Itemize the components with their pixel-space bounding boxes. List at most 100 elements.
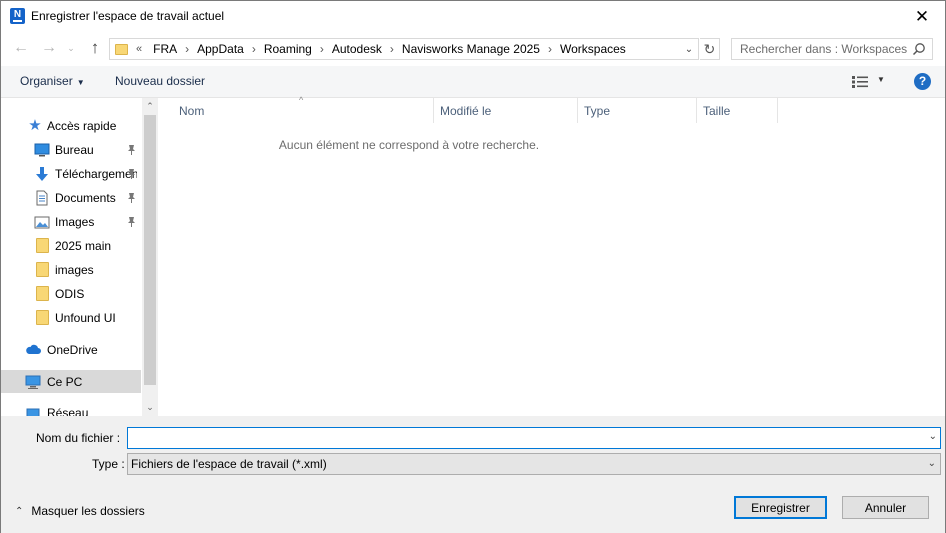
folder-icon — [34, 262, 50, 278]
chevron-up-icon: ⌃ — [15, 505, 24, 517]
sidebar-item-2025-main[interactable]: 2025 main — [1, 234, 141, 257]
organiser-button[interactable]: Organiser ▼ — [20, 74, 85, 88]
scroll-up-button[interactable]: ⌃ — [142, 98, 158, 115]
sidebar-scrollbar[interactable]: ⌃ ⌄ — [142, 98, 158, 416]
folder-icon — [34, 238, 50, 254]
breadcrumb-separator-icon[interactable]: › — [315, 42, 329, 56]
breadcrumb-item-roaming[interactable]: Roaming — [261, 42, 315, 56]
sidebar-item-label: Accès rapide — [47, 118, 117, 133]
organiser-label: Organiser — [20, 74, 73, 88]
star-icon: ★ — [28, 116, 42, 134]
sidebar-item-ce-pc[interactable]: Ce PC — [1, 370, 141, 393]
breadcrumb-separator-icon[interactable]: › — [247, 42, 261, 56]
download-icon — [36, 166, 48, 181]
command-toolbar: Organiser ▼ Nouveau dossier ▼ ? — [1, 66, 945, 98]
view-options-icon[interactable] — [852, 76, 868, 88]
sidebar-item-label: Documents — [55, 190, 116, 205]
sidebar-item-label: Images — [55, 214, 95, 229]
sidebar-item-reseau[interactable]: Réseau — [1, 401, 141, 416]
sidebar-item-onedrive[interactable]: OneDrive — [1, 338, 141, 361]
breadcrumb-item-autodesk[interactable]: Autodesk — [329, 42, 385, 56]
breadcrumb-overflow-button[interactable]: « — [136, 43, 142, 55]
hide-folders-button[interactable]: ⌃ Masquer les dossiers — [15, 504, 145, 518]
scrollbar-thumb[interactable] — [144, 115, 156, 385]
save-options-panel: Nom du fichier : ⌄ Type : Fichiers de l'… — [1, 416, 945, 533]
chevron-down-icon: ⌄ — [684, 43, 694, 55]
cloud-icon — [26, 344, 41, 354]
view-dropdown-button[interactable]: ▼ — [877, 75, 885, 84]
navigation-pane: ★ Accès rapide Bureau Téléchargements Do… — [1, 98, 158, 416]
sidebar-item-label: images — [55, 262, 94, 277]
pin-icon — [128, 217, 135, 227]
new-folder-button[interactable]: Nouveau dossier — [115, 74, 205, 88]
breadcrumb-item-appdata[interactable]: AppData — [194, 42, 247, 56]
breadcrumb-item-workspaces[interactable]: Workspaces — [557, 42, 629, 56]
sidebar-item-label: Téléchargements — [55, 166, 137, 181]
column-header-modifie-le[interactable]: Modifié le — [434, 98, 578, 123]
up-button[interactable]: ↑ — [85, 38, 105, 58]
sidebar-item-unfound-ui[interactable]: Unfound UI — [1, 306, 141, 329]
sidebar-item-acces-rapide[interactable]: ★ Accès rapide — [1, 114, 141, 137]
file-type-select[interactable]: Fichiers de l'espace de travail (*.xml) … — [127, 453, 941, 475]
window-title: Enregistrer l'espace de travail actuel — [31, 9, 225, 23]
folder-icon — [34, 310, 50, 326]
column-header-nom[interactable]: Nom — [159, 98, 434, 123]
breadcrumb-item-navisworks[interactable]: Navisworks Manage 2025 — [399, 42, 543, 56]
forward-button[interactable]: → — [39, 38, 59, 58]
recent-locations-button[interactable]: ⌄ — [64, 38, 78, 58]
arrow-left-icon: ← — [13, 39, 29, 56]
back-button[interactable]: ← — [11, 38, 31, 58]
chevron-down-icon[interactable]: ⌄ — [929, 431, 937, 442]
filename-field[interactable] — [128, 428, 918, 448]
column-header-taille[interactable]: Taille — [697, 98, 778, 123]
search-input[interactable] — [740, 42, 916, 56]
chevron-up-icon: ⌃ — [146, 101, 154, 111]
close-button[interactable]: ✕ — [899, 1, 945, 32]
refresh-button[interactable]: ↻ — [700, 38, 720, 60]
navigation-bar: ← → ⌄ ↑ « FRA › AppData › Roaming › Auto… — [1, 32, 945, 66]
scroll-down-button[interactable]: ⌄ — [142, 399, 158, 416]
breadcrumb-separator-icon[interactable]: › — [543, 42, 557, 56]
search-icon[interactable] — [912, 42, 926, 56]
network-icon — [26, 408, 40, 416]
breadcrumb-separator-icon[interactable]: › — [385, 42, 399, 56]
filename-label: Nom du fichier : — [36, 431, 121, 445]
pin-icon — [128, 169, 135, 179]
computer-icon — [25, 375, 41, 389]
folder-icon — [115, 43, 128, 55]
title-bar[interactable]: N Enregistrer l'espace de travail actuel… — [1, 1, 945, 32]
sidebar-item-images-folder[interactable]: images — [1, 258, 141, 281]
file-list[interactable]: ^ Nom Modifié le Type Taille Aucun éléme… — [159, 95, 945, 416]
sidebar-item-label: ODIS — [55, 286, 85, 301]
help-icon[interactable]: ? — [914, 73, 931, 90]
save-dialog: N Enregistrer l'espace de travail actuel… — [0, 0, 946, 533]
file-type-value: Fichiers de l'espace de travail (*.xml) — [131, 457, 327, 471]
breadcrumb-separator-icon[interactable]: › — [180, 42, 194, 56]
address-bar[interactable]: « FRA › AppData › Roaming › Autodesk › N… — [109, 38, 699, 60]
address-dropdown-button[interactable]: ⌄ — [681, 41, 697, 57]
search-box[interactable] — [731, 38, 933, 60]
sidebar-item-odis[interactable]: ODIS — [1, 282, 141, 305]
pin-icon — [128, 145, 135, 155]
sidebar-item-label: 2025 main — [55, 238, 112, 253]
sidebar-item-telechargements[interactable]: Téléchargements — [1, 162, 141, 185]
caret-down-icon: ▼ — [76, 78, 85, 87]
refresh-icon: ↻ — [703, 40, 716, 57]
chevron-down-icon: ⌄ — [67, 42, 75, 53]
sidebar-item-documents[interactable]: Documents — [1, 186, 141, 209]
breadcrumb: FRA › AppData › Roaming › Autodesk › Nav… — [150, 42, 629, 56]
pin-icon — [128, 193, 135, 203]
chevron-down-icon: ⌄ — [146, 402, 154, 412]
hide-folders-label: Masquer les dossiers — [31, 504, 145, 518]
sidebar-item-bureau[interactable]: Bureau — [1, 138, 141, 161]
desktop-icon — [34, 143, 50, 156]
chevron-down-icon: ⌄ — [927, 458, 936, 469]
sidebar-item-images[interactable]: Images — [1, 210, 141, 233]
save-button[interactable]: Enregistrer — [734, 496, 827, 519]
column-header-type[interactable]: Type — [578, 98, 697, 123]
sidebar-item-label: Réseau — [47, 405, 89, 417]
sidebar-item-label: Ce PC — [47, 374, 83, 389]
cancel-button[interactable]: Annuler — [842, 496, 929, 519]
breadcrumb-item-fra[interactable]: FRA — [150, 42, 180, 56]
filename-combobox[interactable]: ⌄ — [127, 427, 941, 449]
